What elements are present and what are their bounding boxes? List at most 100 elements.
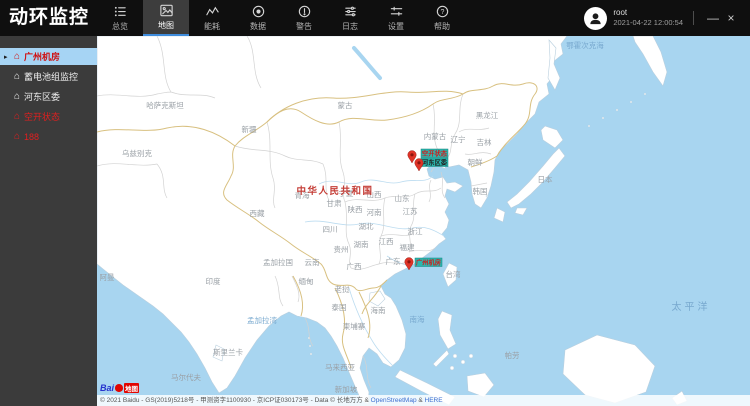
svg-text:?: ?	[440, 9, 444, 16]
country-name-label: 中华人民共和国	[296, 185, 373, 197]
map-label: 广东	[386, 256, 401, 266]
map-label: 浙江	[408, 226, 423, 236]
map-label: 鄂霍次克海	[566, 40, 604, 50]
map-attribution: © 2021 Baidu - GS(2019)5218号 - 甲测资字11009…	[97, 395, 750, 406]
map-label: 陕西	[348, 204, 363, 214]
user-meta: root 2021-04-22 12:00:54	[613, 8, 683, 29]
person-icon	[590, 12, 601, 24]
sidebar-item-2[interactable]: ⌂ 蓄电池组监控	[0, 68, 97, 85]
close-button[interactable]: ×	[722, 0, 740, 36]
sidebar-item-label: 188	[24, 131, 40, 142]
pin-label[interactable]: 河东区委	[420, 158, 449, 167]
tab-help[interactable]: ? 帮助	[419, 0, 465, 36]
map-label: 阿曼	[100, 273, 115, 282]
tab-map[interactable]: 地图	[143, 0, 189, 36]
map-canvas[interactable]: 哈萨克斯坦 乌兹别克 蒙古 内蒙古 黑龙江 吉林 辽宁 朝鲜 韩国 日本 新疆 西藏 青海 甘肃 宁夏 陕西山…	[97, 36, 750, 406]
map-label: 斯里兰卡	[213, 347, 243, 357]
header-right: root 2021-04-22 12:00:54 — ×	[584, 0, 750, 36]
attribution-link[interactable]: OpenStreetMap	[371, 397, 417, 404]
map-label: 广西	[347, 261, 362, 271]
sidebar-item-label: 空开状态	[24, 112, 61, 122]
main-nav: 总览 地图 能耗 数据 警告 日志 设置? 帮助	[97, 0, 465, 36]
pin-label[interactable]: 广州机房	[414, 258, 443, 267]
data-icon	[251, 4, 266, 19]
map-label: 泰国	[332, 302, 347, 312]
map-label: 朝鲜	[468, 157, 483, 167]
map-label: 西藏	[250, 208, 265, 218]
sidebar-item-label: 蓄电池组监控	[24, 72, 79, 82]
map-label: 南海	[410, 314, 425, 324]
map-label: 黑龙江	[476, 110, 499, 120]
sidebar-item-4[interactable]: ⌂ 空开状态	[0, 108, 97, 125]
map-label: 辽宁	[451, 134, 466, 144]
map-icon	[159, 3, 174, 18]
app-title: 动环监控	[9, 7, 90, 28]
app-window: 动环监控 总览 地图 能耗 数据 警告 日志 设置? 帮助 root 2021-04-22 1…	[0, 0, 750, 406]
map-label: 吉林	[477, 137, 492, 147]
baidu-logo-text: Bai	[100, 383, 115, 393]
tab-log[interactable]: 日志	[327, 0, 373, 36]
map-label: 蒙古	[338, 100, 353, 110]
tab-data[interactable]: 数据	[235, 0, 281, 36]
map-label: 老挝	[335, 284, 350, 294]
list-icon	[113, 4, 128, 19]
user-avatar[interactable]	[584, 6, 608, 30]
map-label: 柬埔寨	[343, 321, 366, 331]
map-label: 帕劳	[505, 350, 520, 360]
map-label: 河南	[367, 207, 382, 217]
tab-settings[interactable]: 设置	[373, 0, 419, 36]
minimize-button[interactable]: —	[704, 0, 722, 36]
pin-label[interactable]: 空开状态	[420, 149, 449, 158]
map-label: 日本	[538, 174, 553, 184]
sidebar-item-3[interactable]: ⌂ 河东区委	[0, 88, 97, 105]
tab-energy[interactable]: 能耗	[189, 0, 235, 36]
map-label: 海南	[371, 305, 386, 315]
map-label: 马来西亚	[325, 363, 355, 372]
home-icon: ⌂	[14, 110, 21, 122]
home-icon: ⌂	[14, 50, 21, 62]
sidebar-item-5[interactable]: ⌂ 188	[0, 128, 97, 145]
log-icon	[343, 4, 358, 19]
baidu-logo[interactable]: Bai 地图	[100, 383, 140, 393]
map-label: 孟加拉国	[263, 257, 293, 267]
tab-label: 警告	[296, 22, 312, 31]
home-icon: ⌂	[14, 90, 21, 102]
landmass	[97, 36, 688, 406]
tab-label: 设置	[388, 22, 404, 31]
attribution-link[interactable]: HERE	[425, 397, 443, 404]
map-label: 江苏	[403, 206, 418, 216]
sidebar-item-1[interactable]: ▸ ⌂ 广州机房	[0, 48, 97, 65]
tab-alert[interactable]: 警告	[281, 0, 327, 36]
map-label: 乌兹别克	[122, 148, 152, 158]
sidebar-item-label: 广州机房	[24, 52, 61, 62]
map-label: 山东	[395, 193, 410, 203]
app-header: 动环监控 总览 地图 能耗 数据 警告 日志 设置? 帮助 root 2021-04-22 1…	[0, 0, 750, 36]
alert-icon	[297, 4, 312, 19]
map-label: 内蒙古	[424, 131, 447, 141]
tab-label: 数据	[250, 22, 266, 31]
map-copyright: © 2021 Baidu - GS(2019)5218号 - 甲测资字11009…	[100, 397, 443, 404]
map-label: 贵州	[334, 244, 349, 254]
window-separator	[693, 11, 694, 25]
map-label: 福建	[400, 242, 415, 252]
svg-text:空开状态: 空开状态	[422, 149, 448, 158]
map-label: 甘肃	[327, 198, 342, 208]
tab-label: 帮助	[434, 22, 450, 31]
tab-label: 日志	[342, 22, 358, 31]
map-label: 新疆	[242, 124, 257, 134]
map-label: 湖南	[354, 239, 369, 249]
map-label: 云南	[305, 257, 320, 267]
svg-text:河东区委: 河东区委	[422, 158, 448, 167]
datetime: 2021-04-22 12:00:54	[613, 18, 683, 28]
map-label: 四川	[323, 225, 338, 234]
map-label: 新加坡	[335, 384, 358, 394]
tab-label: 能耗	[204, 22, 220, 31]
map-label: 韩国	[473, 186, 488, 196]
map-label: 缅甸	[299, 276, 314, 286]
home-icon: ⌂	[14, 70, 21, 82]
map-svg: 哈萨克斯坦乌兹别克蒙古内蒙古黑龙江吉林辽宁朝鲜韩国日本新疆西藏青海甘肃宁夏陕西山…	[97, 36, 711, 406]
tab-label: 地图	[158, 21, 174, 30]
map-label: 江西	[379, 237, 394, 246]
map-label: 太平洋	[672, 300, 711, 313]
tab-overview[interactable]: 总览	[97, 0, 143, 36]
